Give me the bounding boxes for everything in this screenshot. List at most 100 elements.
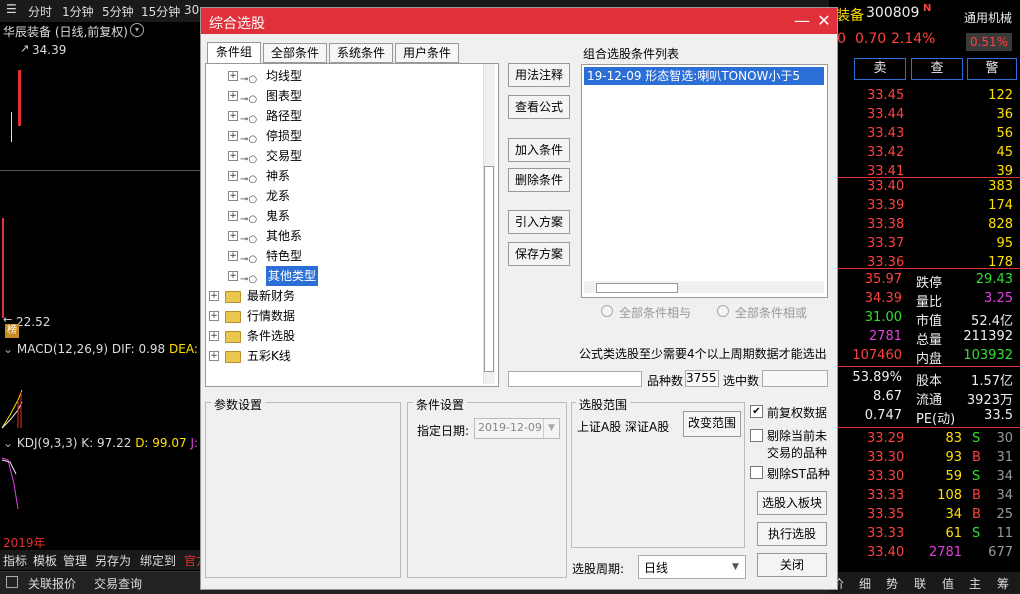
expand-icon[interactable]: + bbox=[228, 151, 238, 161]
period-select[interactable]: 日线 ▼ bbox=[638, 555, 746, 579]
ask-row[interactable]: 33.44 36 bbox=[829, 105, 1020, 125]
tree-node[interactable]: + ⊸○ 停损型 bbox=[228, 126, 468, 146]
period-tab-1min[interactable]: 1分钟 bbox=[62, 3, 94, 20]
condition-list[interactable]: 19-12-09 形态智选:喇叭TONOW小于5 bbox=[581, 64, 828, 298]
sell-button[interactable]: 卖 bbox=[854, 58, 906, 80]
tree-node[interactable]: + ⊸○ 龙系 bbox=[228, 186, 468, 206]
date-picker[interactable]: 2019-12-09 ▼ bbox=[474, 418, 560, 439]
add-condition-button[interactable]: 加入条件 bbox=[508, 138, 570, 162]
expand-icon[interactable]: + bbox=[228, 271, 238, 281]
bid-row[interactable]: 33.37 95 bbox=[829, 234, 1020, 254]
import-scheme-button[interactable]: 引入方案 bbox=[508, 210, 570, 234]
expand-icon[interactable]: + bbox=[228, 251, 238, 261]
add-to-block-button[interactable]: 选股入板块 bbox=[757, 491, 827, 515]
period-tab-30min[interactable]: 30 bbox=[184, 3, 199, 17]
save-scheme-button[interactable]: 保存方案 bbox=[508, 242, 570, 266]
expand-icon[interactable]: + bbox=[209, 351, 219, 361]
period-tab-5min[interactable]: 5分钟 bbox=[102, 3, 134, 20]
period-tab-fenshi[interactable]: 分时 bbox=[28, 3, 52, 20]
period-tab-15min[interactable]: 15分钟 bbox=[141, 3, 180, 20]
radio-or[interactable] bbox=[717, 305, 729, 317]
expand-icon[interactable]: + bbox=[228, 131, 238, 141]
bid-row[interactable]: 33.40 383 bbox=[829, 177, 1020, 197]
close-button[interactable]: 关闭 bbox=[757, 553, 827, 577]
tab-system-conditions[interactable]: 系统条件 bbox=[329, 43, 393, 63]
tree-node[interactable]: + ⊸○ 其他类型 bbox=[228, 266, 468, 286]
expand-icon[interactable]: + bbox=[228, 111, 238, 121]
expand-icon[interactable]: + bbox=[228, 91, 238, 101]
status-square-icon[interactable] bbox=[6, 576, 18, 588]
tree-node[interactable]: + ⊸○ 图表型 bbox=[228, 86, 468, 106]
query-button[interactable]: 查 bbox=[911, 58, 963, 80]
prerestore-checkbox[interactable]: ✔ bbox=[750, 405, 763, 418]
tree-node[interactable]: + ⊸○ 其他系 bbox=[228, 226, 468, 246]
list-scrollbar-thumb[interactable] bbox=[596, 283, 678, 293]
chevron-down-icon[interactable]: ⌄ bbox=[3, 436, 13, 450]
tree-folder[interactable]: + 行情数据 bbox=[209, 306, 449, 326]
ask-row[interactable]: 33.43 56 bbox=[829, 124, 1020, 144]
tab-condition-group[interactable]: 条件组 bbox=[207, 42, 261, 64]
sector-name[interactable]: 通用机械 bbox=[964, 9, 1012, 26]
expand-icon[interactable]: + bbox=[228, 171, 238, 181]
tree-node[interactable]: + ⊸○ 路径型 bbox=[228, 106, 468, 126]
expand-icon[interactable]: + bbox=[228, 211, 238, 221]
expand-icon[interactable]: + bbox=[209, 291, 219, 301]
close-icon[interactable]: ✕ bbox=[813, 10, 835, 32]
chevron-down-icon[interactable]: ▾ bbox=[130, 23, 144, 37]
tree-node[interactable]: + ⊸○ 神系 bbox=[228, 166, 468, 186]
bid-row[interactable]: 33.39 174 bbox=[829, 196, 1020, 216]
template-button[interactable]: 模板 bbox=[33, 552, 57, 569]
kline-chart-area[interactable]: 华辰装备 (日线,前复权) ▾ 34.39 ↗ 22.52 ← 榜 ⌄ MACD… bbox=[0, 22, 210, 570]
linked-quote-button[interactable]: 关联报价 bbox=[28, 575, 76, 592]
tab-user-conditions[interactable]: 用户条件 bbox=[395, 43, 459, 63]
delete-condition-button[interactable]: 删除条件 bbox=[508, 168, 570, 192]
tab-detail[interactable]: 细 bbox=[859, 575, 871, 592]
chevron-down-icon[interactable]: ⌄ bbox=[3, 342, 13, 356]
manage-button[interactable]: 管理 bbox=[63, 552, 87, 569]
expand-icon[interactable]: + bbox=[228, 191, 238, 201]
tree-node-label: 鬼系 bbox=[266, 209, 291, 223]
remove-untraded-checkbox[interactable] bbox=[750, 429, 763, 442]
tab-main[interactable]: 主 bbox=[969, 575, 981, 592]
trade-query-button[interactable]: 交易查询 bbox=[94, 575, 142, 592]
expand-icon[interactable]: + bbox=[209, 331, 219, 341]
minimize-icon[interactable]: — bbox=[791, 10, 813, 32]
bid-row[interactable]: 33.38 828 bbox=[829, 215, 1020, 235]
indicator-button[interactable]: 指标 bbox=[3, 552, 27, 569]
tree-folder[interactable]: + 条件选股 bbox=[209, 326, 449, 346]
expand-icon[interactable]: + bbox=[228, 71, 238, 81]
bind-to-button[interactable]: 绑定到 bbox=[140, 552, 176, 569]
menu-icon[interactable]: ☰ bbox=[6, 2, 17, 16]
tab-related[interactable]: 联 bbox=[914, 575, 926, 592]
chevron-down-icon[interactable]: ▼ bbox=[543, 419, 559, 438]
condition-tree[interactable]: + ⊸○ 均线型 + ⊸○ 图表型 + ⊸○ 路径型 + ⊸○ 停损型 + ⊸○… bbox=[205, 63, 499, 387]
ask-row[interactable]: 33.45 122 bbox=[829, 86, 1020, 106]
usage-notes-button[interactable]: 用法注释 bbox=[508, 63, 570, 87]
tab-all-conditions[interactable]: 全部条件 bbox=[263, 43, 327, 63]
ask-row[interactable]: 33.42 45 bbox=[829, 143, 1020, 163]
rank-badge[interactable]: 榜 bbox=[5, 324, 19, 338]
view-formula-button[interactable]: 查看公式 bbox=[508, 95, 570, 119]
tree-folder[interactable]: + 五彩K线 bbox=[209, 346, 449, 366]
tree-folder[interactable]: + 最新财务 bbox=[209, 286, 449, 306]
bid-price: 33.38 bbox=[867, 217, 905, 232]
tree-node[interactable]: + ⊸○ 特色型 bbox=[228, 246, 468, 266]
tree-node[interactable]: + ⊸○ 均线型 bbox=[228, 66, 468, 86]
save-as-button[interactable]: 另存为 bbox=[95, 552, 131, 569]
expand-icon[interactable]: + bbox=[228, 231, 238, 241]
chevron-down-icon[interactable]: ▼ bbox=[727, 556, 744, 578]
expand-icon[interactable]: + bbox=[209, 311, 219, 321]
tab-chips[interactable]: 筹 bbox=[997, 575, 1009, 592]
execute-selection-button[interactable]: 执行选股 bbox=[757, 522, 827, 546]
tab-value[interactable]: 值 bbox=[942, 575, 954, 592]
dialog-title-bar[interactable]: 综合选股 — ✕ bbox=[201, 8, 837, 34]
alert-button[interactable]: 警 bbox=[967, 58, 1017, 80]
remove-st-checkbox[interactable] bbox=[750, 466, 763, 479]
condition-list-item[interactable]: 19-12-09 形态智选:喇叭TONOW小于5 bbox=[584, 67, 824, 85]
change-range-button[interactable]: 改变范围 bbox=[683, 411, 741, 437]
tree-scrollbar-thumb[interactable] bbox=[484, 166, 494, 372]
tree-node[interactable]: + ⊸○ 鬼系 bbox=[228, 206, 468, 226]
tree-node[interactable]: + ⊸○ 交易型 bbox=[228, 146, 468, 166]
radio-and[interactable] bbox=[601, 305, 613, 317]
tab-trend[interactable]: 势 bbox=[886, 575, 898, 592]
